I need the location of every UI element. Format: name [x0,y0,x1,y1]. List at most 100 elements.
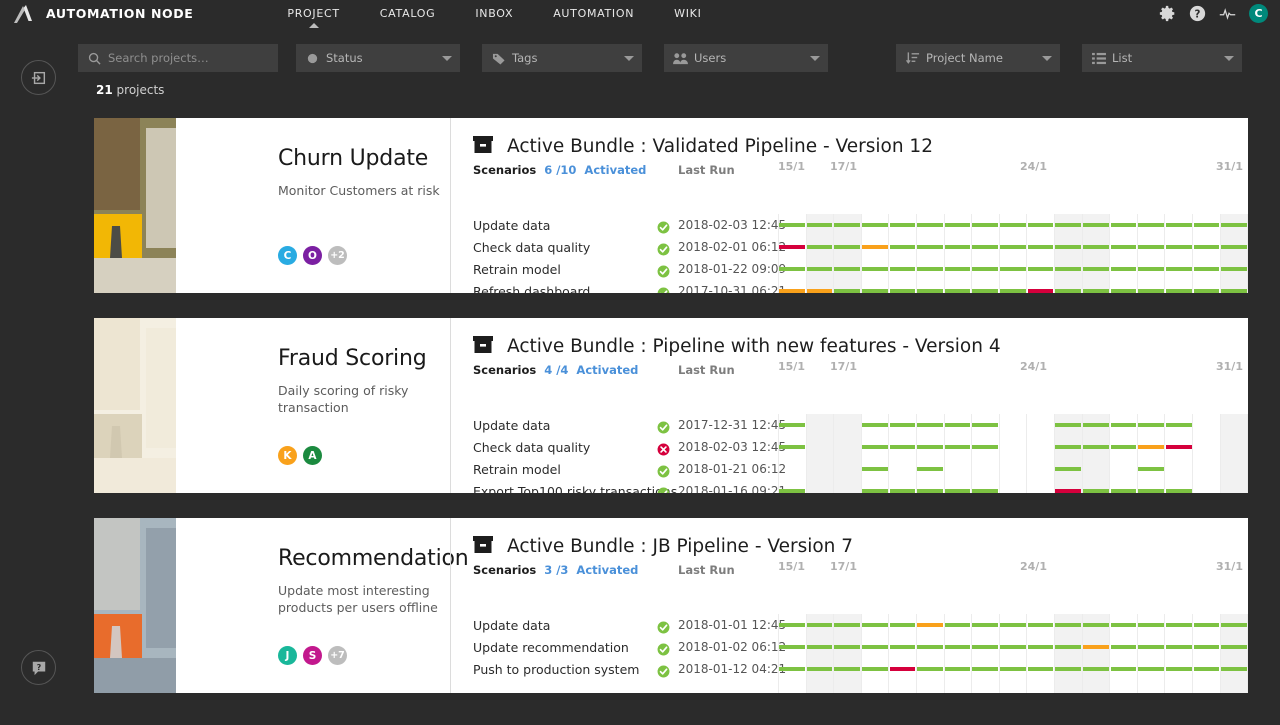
timeline-run-bar[interactable] [889,645,916,649]
timeline-run-bar[interactable] [806,623,833,627]
timeline-run-bar[interactable] [1110,445,1137,449]
timeline-cell[interactable] [1220,658,1248,680]
timeline-cell[interactable] [999,636,1027,658]
timeline-run-bar[interactable] [779,267,805,271]
timeline-cell[interactable] [971,458,999,480]
timeline-run-bar[interactable] [917,623,943,627]
timeline-run-bar[interactable] [1221,245,1247,249]
timeline-run-bar[interactable] [944,623,971,627]
timeline-run-bar[interactable] [1138,267,1164,271]
timeline-cell[interactable] [1027,236,1055,258]
timeline-run-bar[interactable] [889,267,916,271]
timeline-run-bar[interactable] [861,267,888,271]
timeline-cell[interactable] [1220,258,1248,280]
timeline-cell[interactable] [1110,236,1138,258]
timeline-run-bar[interactable] [944,489,971,493]
timeline-run-bar[interactable] [1027,289,1054,293]
timeline-cell[interactable] [1193,414,1221,436]
search-input[interactable]: Search projects… [78,44,278,72]
timeline-cell[interactable] [1165,414,1193,436]
timeline-cell[interactable] [861,480,889,493]
timeline-run-bar[interactable] [1000,245,1026,249]
timeline-cell[interactable] [1027,280,1055,293]
timeline-cell[interactable] [1220,636,1248,658]
timeline-run-bar[interactable] [1083,267,1109,271]
timeline-run-bar[interactable] [1055,489,1082,493]
timeline-cell[interactable] [944,458,972,480]
timeline-run-bar[interactable] [1083,623,1109,627]
timeline-cell[interactable] [916,480,944,493]
timeline-run-bar[interactable] [1055,445,1082,449]
timeline-run-bar[interactable] [1055,289,1082,293]
timeline-cell[interactable] [806,280,834,293]
timeline-cell[interactable] [916,414,944,436]
timeline-cell[interactable] [861,236,889,258]
timeline-cell[interactable] [889,480,917,493]
timeline-cell[interactable] [778,214,806,236]
timeline-run-bar[interactable] [861,467,888,471]
timeline-cell[interactable] [806,458,834,480]
timeline-run-bar[interactable] [779,645,805,649]
timeline-cell[interactable] [916,258,944,280]
timeline-cell[interactable] [1137,280,1165,293]
timeline-cell[interactable] [1110,658,1138,680]
timeline-cell[interactable] [861,214,889,236]
timeline-cell[interactable] [833,414,861,436]
timeline-run-bar[interactable] [1055,267,1082,271]
timeline-cell[interactable] [833,658,861,680]
timeline-run-bar[interactable] [834,645,860,649]
timeline-cell[interactable] [999,414,1027,436]
timeline-run-bar[interactable] [1138,445,1164,449]
timeline-cell[interactable] [861,436,889,458]
timeline-run-bar[interactable] [1193,623,1220,627]
timeline-cell[interactable] [1165,458,1193,480]
timeline-run-bar[interactable] [917,467,943,471]
timeline-run-bar[interactable] [972,623,999,627]
member-avatar[interactable]: S [303,646,322,665]
timeline-run-bar[interactable] [1027,667,1054,671]
timeline-run-bar[interactable] [1138,467,1164,471]
timeline-cell[interactable] [1220,458,1248,480]
timeline-run-bar[interactable] [779,289,805,293]
sort-dropdown[interactable]: Project Name [896,44,1060,72]
timeline-run-bar[interactable] [1110,267,1137,271]
timeline-cell[interactable] [1165,236,1193,258]
timeline-run-bar[interactable] [1165,623,1192,627]
timeline-run-bar[interactable] [1193,645,1220,649]
timeline-cell[interactable] [1082,458,1110,480]
timeline-run-bar[interactable] [1165,489,1192,493]
timeline-run-bar[interactable] [1138,489,1164,493]
timeline-run-bar[interactable] [861,423,888,427]
timeline-run-bar[interactable] [1027,267,1054,271]
timeline-cell[interactable] [833,280,861,293]
timeline-run-bar[interactable] [1138,245,1164,249]
timeline-cell[interactable] [1220,614,1248,636]
timeline-cell[interactable] [778,480,806,493]
timeline-cell[interactable] [1027,214,1055,236]
timeline-cell[interactable] [889,458,917,480]
timeline-cell[interactable] [1220,214,1248,236]
timeline-run-bar[interactable] [1165,245,1192,249]
timeline-run-bar[interactable] [1083,289,1109,293]
timeline-cell[interactable] [1137,614,1165,636]
timeline-cell[interactable] [999,658,1027,680]
timeline-cell[interactable] [889,214,917,236]
timeline-cell[interactable] [1137,414,1165,436]
timeline-cell[interactable] [1220,236,1248,258]
timeline-cell[interactable] [778,258,806,280]
timeline-run-bar[interactable] [972,289,999,293]
timeline-run-bar[interactable] [806,667,833,671]
timeline-cell[interactable] [806,436,834,458]
timeline-cell[interactable] [1054,436,1082,458]
timeline-run-bar[interactable] [806,645,833,649]
timeline-cell[interactable] [944,214,972,236]
timeline-cell[interactable] [916,436,944,458]
timeline-run-bar[interactable] [889,245,916,249]
timeline-cell[interactable] [1193,236,1221,258]
timeline-run-bar[interactable] [834,623,860,627]
timeline-cell[interactable] [778,436,806,458]
timeline-cell[interactable] [971,414,999,436]
timeline-cell[interactable] [1165,658,1193,680]
timeline-cell[interactable] [944,414,972,436]
timeline-run-bar[interactable] [1138,623,1164,627]
